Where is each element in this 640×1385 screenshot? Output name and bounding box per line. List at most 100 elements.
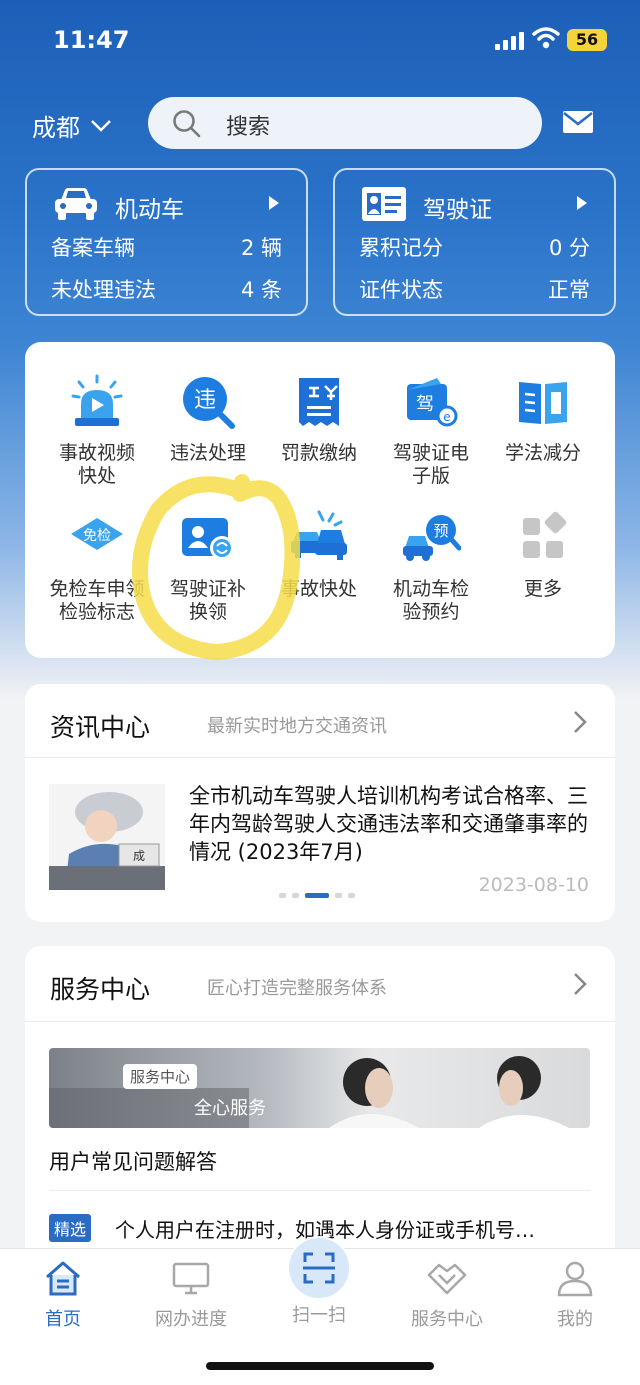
id-card-icon [362, 187, 406, 221]
carousel-dot [279, 893, 286, 898]
news-panel: 资讯中心 最新实时地方交通资讯 成 全市机动车驾驶人培训机构考试合格率、三年内驾… [25, 684, 615, 922]
status-bar: 11:47 56 [0, 0, 640, 80]
faq-title[interactable]: 用户常见问题解答 [49, 1146, 217, 1176]
handshake-icon [427, 1263, 467, 1295]
alarm-video-icon [71, 374, 123, 426]
service-banner[interactable]: 服务中心 全心服务 [49, 1048, 590, 1128]
service-accident-quick[interactable]: 事故快处 [260, 508, 378, 601]
user-icon [557, 1261, 593, 1297]
triangle-right-icon [269, 196, 279, 210]
accumulated-points-row: 累积记分 0 分 [359, 232, 590, 262]
service-license-renewal[interactable]: 驾驶证补 换领 [149, 508, 267, 624]
vehicle-card[interactable]: 机动车 备案车辆 2 辆 未处理违法 4 条 [25, 168, 308, 316]
news-title: 资讯中心 [50, 713, 151, 742]
nav-label: 服务中心 [411, 1309, 483, 1330]
service-label: 事故视频 快处 [58, 442, 135, 487]
row-unit: 分 [569, 236, 590, 260]
city-selector[interactable]: 成都 [32, 108, 112, 143]
nav-label: 首页 [45, 1309, 81, 1330]
book-icon [519, 382, 567, 424]
nav-progress[interactable]: 网办进度 [136, 1259, 246, 1331]
row-unit: 条 [261, 278, 282, 302]
service-study-deduct[interactable]: 学法减分 [484, 372, 602, 465]
service-more[interactable]: 更多 [484, 508, 602, 601]
row-value: 正常 [548, 278, 590, 302]
service-center-panel: 服务中心 匠心打造完整服务体系 服务中心 全心服务 用户常见问题解答 精选 个人… [25, 946, 615, 1266]
e-license-icon: 驾 e [407, 378, 458, 427]
nav-label: 我的 [557, 1309, 593, 1330]
divider [25, 1021, 615, 1022]
city-label: 成都 [32, 114, 80, 142]
chevron-down-icon [91, 119, 111, 132]
status-time: 11:47 [53, 26, 130, 54]
carousel-dot [348, 893, 355, 898]
carousel-dot-active [305, 893, 329, 898]
news-subtitle: 最新实时地方交通资讯 [207, 716, 387, 737]
license-card-title: 驾驶证 [423, 197, 492, 223]
svg-text:e: e [443, 410, 450, 424]
more-grid-icon [523, 511, 567, 558]
battery-indicator: 56 [567, 29, 607, 51]
nav-home[interactable]: 首页 [8, 1259, 118, 1331]
row-label: 备案车辆 [51, 236, 135, 260]
chevron-right-icon[interactable] [573, 710, 587, 734]
svg-text:成: 成 [133, 849, 145, 863]
nav-service-center[interactable]: 服务中心 [392, 1259, 502, 1331]
monitor-icon [172, 1262, 210, 1295]
featured-tag: 精选 [49, 1214, 92, 1242]
service-label: 罚款缴纳 [280, 442, 357, 464]
service-violation[interactable]: 违 违法处理 [149, 372, 267, 465]
unhandled-violations-row: 未处理违法 4 条 [51, 274, 282, 304]
service-fine-payment[interactable]: 罚款缴纳 [260, 372, 378, 465]
row-label: 证件状态 [359, 278, 443, 302]
service-label: 事故快处 [280, 578, 357, 600]
service-label: 免检车申领 检验标志 [49, 578, 145, 623]
carousel-dots [279, 893, 355, 898]
inspection-booking-icon: 预 [403, 515, 462, 561]
home-indicator [206, 1362, 434, 1370]
search-placeholder: 搜索 [226, 115, 271, 140]
svg-text:违: 违 [194, 388, 216, 413]
service-exempt-inspection[interactable]: 免检 免检车申领 检验标志 [38, 508, 156, 624]
scan-button[interactable] [287, 1236, 351, 1300]
home-icon [46, 1261, 80, 1296]
divider [49, 1190, 591, 1191]
service-inspection-booking[interactable]: 预 机动车检 验预约 [372, 508, 490, 624]
banner-tag: 服务中心 [123, 1064, 198, 1089]
news-date: 2023-08-10 [478, 874, 589, 896]
row-label: 未处理违法 [51, 278, 156, 302]
row-value: 2 [240, 236, 255, 260]
news-headline[interactable]: 全市机动车驾驶人培训机构考试合格率、三年内驾龄驾驶人交通违法率和交通肇事率的情况… [189, 782, 599, 866]
fine-receipt-icon [299, 378, 339, 426]
search-input[interactable]: 搜索 [148, 97, 542, 149]
license-card[interactable]: 驾驶证 累积记分 0 分 证件状态 正常 [333, 168, 616, 316]
service-e-license[interactable]: 驾 e 驾驶证电 子版 [372, 372, 490, 488]
scan-icon [303, 1252, 335, 1284]
triangle-right-icon [577, 196, 587, 210]
service-accident-video[interactable]: 事故视频 快处 [38, 372, 156, 488]
service-label: 学法减分 [504, 442, 581, 464]
license-renew-icon [182, 518, 234, 560]
news-thumbnail-image[interactable]: 成 [49, 784, 165, 890]
chevron-right-icon[interactable] [573, 972, 587, 996]
search-icon [173, 110, 201, 138]
nav-label: 扫一扫 [292, 1305, 346, 1326]
carousel-dot [335, 893, 342, 898]
car-accident-icon [291, 510, 347, 560]
service-label: 机动车检 验预约 [392, 578, 469, 623]
service-label: 违法处理 [169, 442, 246, 464]
registered-vehicles-row: 备案车辆 2 辆 [51, 232, 282, 262]
mail-icon[interactable] [562, 110, 594, 134]
service-label: 驾驶证电 子版 [392, 442, 469, 487]
car-icon [55, 188, 97, 220]
vehicle-card-title: 机动车 [115, 197, 184, 223]
cellular-signal-icon [495, 30, 525, 50]
service-center-title: 服务中心 [50, 975, 151, 1004]
row-value: 0 [548, 236, 563, 260]
exempt-badge-icon: 免检 [71, 518, 123, 550]
violation-search-icon: 违 [183, 377, 235, 429]
nav-label: 网办进度 [155, 1309, 227, 1330]
license-status-row: 证件状态 正常 [359, 274, 590, 304]
nav-profile[interactable]: 我的 [520, 1259, 630, 1331]
svg-text:免检: 免检 [83, 528, 111, 544]
